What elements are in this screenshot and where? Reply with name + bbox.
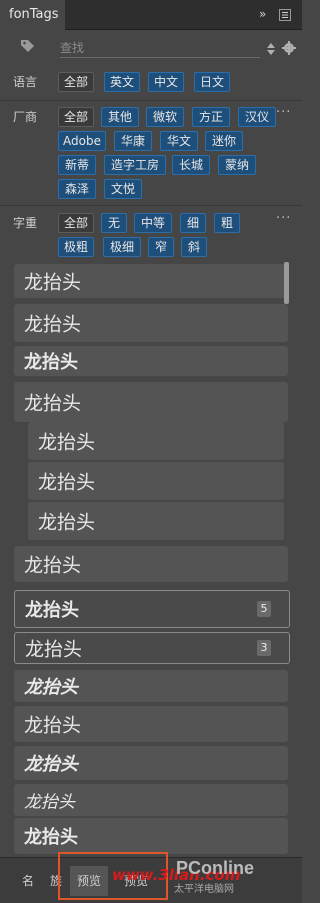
font-sample: 龙抬头: [24, 392, 82, 415]
weight-chip-medium[interactable]: 中等: [134, 213, 172, 233]
font-sample: 龙抬头: [24, 554, 82, 577]
font-sample: 龙抬头: [24, 827, 78, 848]
divider: [0, 205, 302, 206]
language-label: 语言: [13, 75, 38, 89]
vendor-chip-mini[interactable]: 迷你: [205, 131, 243, 151]
vendor-chip-monotype[interactable]: 蒙纳: [218, 155, 256, 175]
list-item[interactable]: 龙抬头: [28, 502, 284, 540]
weight-chip-extra-bold[interactable]: 极粗: [58, 237, 94, 257]
font-sample: 龙抬头: [24, 352, 78, 373]
panel-menu-icon[interactable]: [279, 9, 291, 21]
weight-chip-italic[interactable]: 斜: [181, 237, 207, 257]
font-sample: 龙抬头: [24, 792, 75, 813]
weight-chip-none[interactable]: 无: [101, 213, 127, 233]
font-sample: 龙抬头: [24, 677, 78, 698]
list-item[interactable]: 龙抬头: [14, 382, 288, 422]
font-preview-list[interactable]: 龙抬头 龙抬头 龙抬头 龙抬头 龙抬头 龙抬头 龙抬头 龙抬头 龙抬头 5 龙抬头…: [12, 260, 292, 856]
language-chip-english[interactable]: 英文: [104, 72, 140, 92]
vendor-chip-changcheng[interactable]: 长城: [172, 155, 210, 175]
gear-icon[interactable]: [282, 40, 296, 55]
sort-icon[interactable]: [267, 41, 275, 55]
collapse-icon[interactable]: »: [259, 7, 266, 21]
list-item[interactable]: 龙抬头: [14, 304, 288, 342]
list-item[interactable]: 龙抬头: [14, 818, 288, 854]
list-item[interactable]: 龙抬头: [14, 706, 288, 742]
watermark-brand: PConline: [176, 858, 255, 878]
panel-tab-fontags[interactable]: fonTags: [0, 0, 65, 30]
font-sample: 龙抬头: [38, 431, 96, 454]
weight-more-icon[interactable]: ···: [276, 211, 291, 226]
list-item[interactable]: 龙抬头: [14, 346, 288, 376]
list-item[interactable]: 龙抬头: [14, 546, 288, 582]
list-item[interactable]: 龙抬头: [14, 264, 286, 298]
tab-name[interactable]: 名: [22, 872, 34, 889]
vendor-more-icon[interactable]: ···: [276, 105, 291, 120]
font-sample: 龙抬头: [38, 511, 96, 534]
weight-chip-narrow[interactable]: 窄: [148, 237, 174, 257]
vendor-chip-adobe[interactable]: Adobe: [58, 131, 106, 151]
weight-chip-thin[interactable]: 细: [180, 213, 206, 233]
vendor-chip-other[interactable]: 其他: [101, 107, 139, 127]
list-item[interactable]: 龙抬头: [14, 670, 288, 702]
panel-titlebar: fonTags »: [0, 0, 302, 30]
search-row: [0, 34, 302, 62]
weight-label: 字重: [13, 216, 38, 230]
search-input[interactable]: [60, 38, 260, 58]
vendor-chip-zaozi[interactable]: 造字工房: [104, 155, 166, 175]
vendor-chip-morisawa[interactable]: 森泽: [58, 179, 96, 199]
list-item[interactable]: 龙抬头: [28, 422, 284, 460]
vendor-chip-hanyi[interactable]: 汉仪: [238, 107, 276, 127]
list-item[interactable]: 龙抬头: [14, 746, 288, 780]
list-item[interactable]: 龙抬头: [28, 462, 284, 500]
font-sample: 龙抬头: [24, 271, 82, 294]
language-chip-japanese[interactable]: 日文: [194, 72, 230, 92]
font-sample: 龙抬头: [24, 714, 82, 737]
vendor-chip-founder[interactable]: 方正: [192, 107, 230, 127]
vendor-chip-wenyue[interactable]: 文悦: [104, 179, 142, 199]
weight-chip-extra-thin[interactable]: 极细: [103, 237, 141, 257]
tag-icon[interactable]: [20, 38, 36, 52]
list-item[interactable]: 龙抬头 3: [14, 632, 290, 664]
divider: [0, 100, 302, 101]
vendor-chip-microsoft[interactable]: 微软: [146, 107, 184, 127]
list-item[interactable]: 龙抬头: [14, 784, 288, 816]
vendor-label: 厂商: [13, 110, 38, 124]
scrollbar-thumb[interactable]: [284, 262, 289, 304]
watermark-subtitle: 太平洋电脑网: [174, 884, 234, 895]
count-badge: 3: [257, 640, 271, 656]
vendor-chip-xindi[interactable]: 新蒂: [58, 155, 96, 175]
font-sample: 龙抬头: [24, 754, 78, 775]
vendor-chip-all[interactable]: 全部: [58, 107, 94, 127]
language-chip-chinese[interactable]: 中文: [148, 72, 184, 92]
font-sample: 龙抬头: [38, 471, 96, 494]
vendor-chip-dynacomware[interactable]: 华康: [114, 131, 152, 151]
list-item[interactable]: 龙抬头 5: [14, 590, 290, 628]
vendor-chip-huawen[interactable]: 华文: [160, 131, 198, 151]
weight-chip-bold[interactable]: 粗: [214, 213, 240, 233]
language-chip-all[interactable]: 全部: [58, 72, 94, 92]
font-sample: 龙抬头: [25, 600, 79, 621]
font-sample: 龙抬头: [25, 638, 83, 661]
count-badge: 5: [257, 601, 271, 617]
font-sample: 龙抬头: [24, 313, 82, 336]
weight-chip-all[interactable]: 全部: [58, 213, 94, 233]
